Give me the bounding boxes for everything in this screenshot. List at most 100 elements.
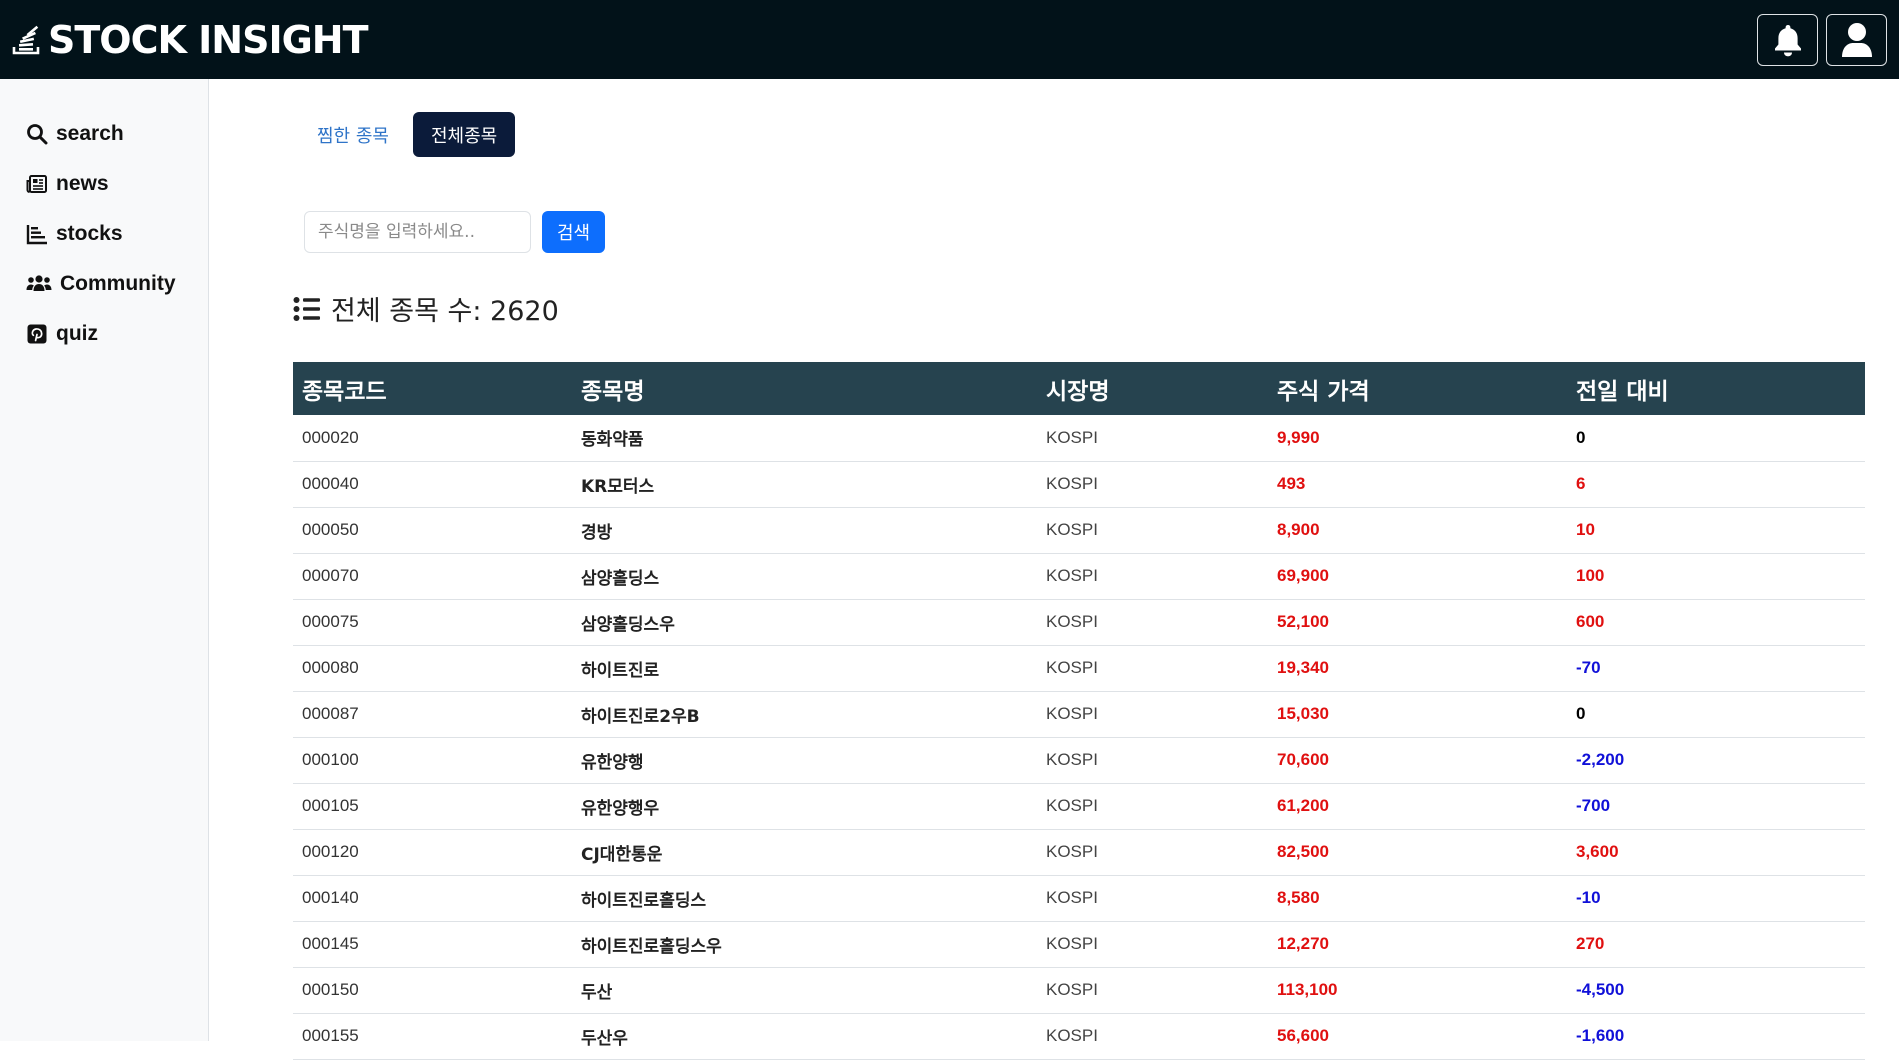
stock-table-body: 000020 동화약품 KOSPI 9,990 0 000040 KR모터스 K… bbox=[293, 415, 1865, 1060]
stock-name[interactable]: 유한양행 bbox=[572, 737, 1037, 784]
stock-code: 000100 bbox=[293, 737, 572, 784]
users-icon bbox=[26, 275, 52, 291]
notification-button[interactable] bbox=[1757, 13, 1818, 66]
stock-price: 61,200 bbox=[1268, 783, 1567, 830]
table-row[interactable]: 000087 하이트진로2우B KOSPI 15,030 0 bbox=[293, 691, 1865, 738]
stock-name[interactable]: 두산우 bbox=[572, 1013, 1037, 1060]
table-row[interactable]: 000075 삼양홀딩스우 KOSPI 52,100 600 bbox=[293, 599, 1865, 646]
sidebar-item-label: search bbox=[56, 122, 124, 145]
stock-name[interactable]: 하이트진로홀딩스우 bbox=[572, 921, 1037, 968]
search-icon bbox=[27, 124, 48, 145]
stock-price: 9,990 bbox=[1268, 415, 1567, 462]
list-icon bbox=[293, 296, 320, 321]
sidebar-item-stocks[interactable]: stocks bbox=[0, 209, 208, 259]
price-change: -70 bbox=[1567, 645, 1865, 692]
stock-count-text: 전체 종목 수: 2620 bbox=[331, 296, 559, 327]
table-row[interactable]: 000150 두산 KOSPI 113,100 -4,500 bbox=[293, 967, 1865, 1014]
price-change: 10 bbox=[1567, 507, 1865, 554]
stock-name[interactable]: 하이트진로홀딩스 bbox=[572, 875, 1037, 922]
table-row[interactable]: 000145 하이트진로홀딩스우 KOSPI 12,270 270 bbox=[293, 921, 1865, 968]
sidebar-item-community[interactable]: Community bbox=[0, 259, 208, 309]
table-row[interactable]: 000020 동화약품 KOSPI 9,990 0 bbox=[293, 415, 1865, 462]
stock-price: 69,900 bbox=[1268, 553, 1567, 600]
market-name: KOSPI bbox=[1037, 461, 1268, 508]
main-content: 찜한 종목 전체종목 검색 전체 종목 수: 2620 종목코드 종목명 시장명… bbox=[209, 79, 1899, 1060]
price-change: 0 bbox=[1567, 691, 1865, 738]
stock-name[interactable]: 두산 bbox=[572, 967, 1037, 1014]
stock-price: 70,600 bbox=[1268, 737, 1567, 784]
stock-code: 000145 bbox=[293, 921, 572, 968]
market-name: KOSPI bbox=[1037, 783, 1268, 830]
stock-code: 000155 bbox=[293, 1013, 572, 1060]
sidebar-item-label: stocks bbox=[56, 222, 123, 245]
stock-name[interactable]: 유한양행우 bbox=[572, 783, 1037, 830]
market-name: KOSPI bbox=[1037, 645, 1268, 692]
price-change: -10 bbox=[1567, 875, 1865, 922]
stock-price: 12,270 bbox=[1268, 921, 1567, 968]
table-row[interactable]: 000040 KR모터스 KOSPI 493 6 bbox=[293, 461, 1865, 508]
market-name: KOSPI bbox=[1037, 875, 1268, 922]
price-change: -700 bbox=[1567, 783, 1865, 830]
stock-name[interactable]: 경방 bbox=[572, 507, 1037, 554]
stock-table: 종목코드 종목명 시장명 주식 가격 전일 대비 000020 동화약품 KOS… bbox=[293, 362, 1865, 1060]
profile-button[interactable] bbox=[1826, 13, 1887, 66]
stock-name[interactable]: KR모터스 bbox=[572, 461, 1037, 508]
stock-code: 000150 bbox=[293, 967, 572, 1014]
stock-search-input[interactable] bbox=[304, 211, 531, 253]
stock-code: 000050 bbox=[293, 507, 572, 554]
table-row[interactable]: 000155 두산우 KOSPI 56,600 -1,600 bbox=[293, 1013, 1865, 1060]
stock-name[interactable]: 삼양홀딩스 bbox=[572, 553, 1037, 600]
sidebar-item-label: quiz bbox=[56, 322, 98, 345]
market-name: KOSPI bbox=[1037, 507, 1268, 554]
price-change: 100 bbox=[1567, 553, 1865, 600]
market-name: KOSPI bbox=[1037, 921, 1268, 968]
stock-code: 000087 bbox=[293, 691, 572, 738]
stock-name[interactable]: 하이트진로 bbox=[572, 645, 1037, 692]
table-row[interactable]: 000080 하이트진로 KOSPI 19,340 -70 bbox=[293, 645, 1865, 692]
market-name: KOSPI bbox=[1037, 691, 1268, 738]
column-header-change: 전일 대비 bbox=[1567, 362, 1865, 415]
tab-all-stocks[interactable]: 전체종목 bbox=[412, 112, 516, 157]
pinterest-icon bbox=[27, 324, 47, 344]
stock-code: 000080 bbox=[293, 645, 572, 692]
stock-price: 56,600 bbox=[1268, 1013, 1567, 1060]
stock-price: 493 bbox=[1268, 461, 1567, 508]
stock-price: 19,340 bbox=[1268, 645, 1567, 692]
stock-count-heading: 전체 종목 수: 2620 bbox=[293, 289, 559, 328]
tab-favorites[interactable]: 찜한 종목 bbox=[299, 112, 407, 157]
stack-logo-icon bbox=[12, 25, 40, 54]
sidebar-item-news[interactable]: news bbox=[0, 159, 208, 209]
stock-price: 15,030 bbox=[1268, 691, 1567, 738]
table-row[interactable]: 000100 유한양행 KOSPI 70,600 -2,200 bbox=[293, 737, 1865, 784]
stock-code: 000105 bbox=[293, 783, 572, 830]
price-change: 0 bbox=[1567, 415, 1865, 462]
stock-code: 000120 bbox=[293, 829, 572, 876]
brand[interactable]: STOCK INSIGHT bbox=[12, 18, 369, 62]
market-name: KOSPI bbox=[1037, 599, 1268, 646]
table-row[interactable]: 000050 경방 KOSPI 8,900 10 bbox=[293, 507, 1865, 554]
table-row[interactable]: 000140 하이트진로홀딩스 KOSPI 8,580 -10 bbox=[293, 875, 1865, 922]
sidebar: search news stocks Community quiz bbox=[0, 79, 209, 1041]
header-actions bbox=[1757, 13, 1887, 66]
table-row[interactable]: 000120 CJ대한통운 KOSPI 82,500 3,600 bbox=[293, 829, 1865, 876]
price-change: 270 bbox=[1567, 921, 1865, 968]
newspaper-icon bbox=[26, 175, 47, 193]
stock-code: 000040 bbox=[293, 461, 572, 508]
column-header-market: 시장명 bbox=[1037, 362, 1268, 415]
user-icon bbox=[1841, 22, 1872, 57]
search-button[interactable]: 검색 bbox=[542, 211, 606, 253]
market-name: KOSPI bbox=[1037, 415, 1268, 462]
market-name: KOSPI bbox=[1037, 829, 1268, 876]
sidebar-item-search[interactable]: search bbox=[0, 109, 208, 159]
table-row[interactable]: 000105 유한양행우 KOSPI 61,200 -700 bbox=[293, 783, 1865, 830]
table-row[interactable]: 000070 삼양홀딩스 KOSPI 69,900 100 bbox=[293, 553, 1865, 600]
stock-code: 000020 bbox=[293, 415, 572, 462]
stock-name[interactable]: CJ대한통운 bbox=[572, 829, 1037, 876]
stock-name[interactable]: 동화약품 bbox=[572, 415, 1037, 462]
sidebar-item-label: news bbox=[56, 172, 109, 195]
stock-name[interactable]: 삼양홀딩스우 bbox=[572, 599, 1037, 646]
top-navbar: STOCK INSIGHT bbox=[0, 0, 1899, 79]
stock-name[interactable]: 하이트진로2우B bbox=[572, 691, 1037, 738]
stock-price: 52,100 bbox=[1268, 599, 1567, 646]
sidebar-item-quiz[interactable]: quiz bbox=[0, 309, 208, 359]
